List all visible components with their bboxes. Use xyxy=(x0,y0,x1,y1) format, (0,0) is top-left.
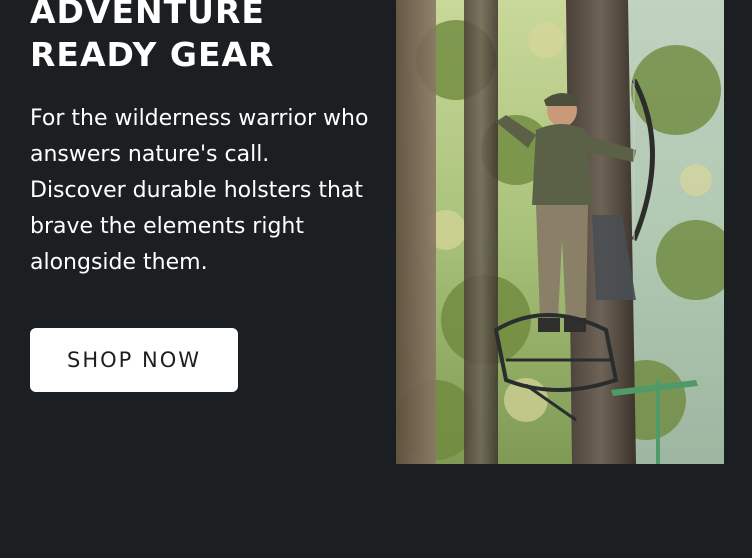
hero-photo xyxy=(396,0,724,464)
hero-title-line-2: READY GEAR xyxy=(30,35,275,74)
shop-now-button[interactable]: SHOP NOW xyxy=(30,328,238,392)
hero-description: For the wilderness warrior who answers n… xyxy=(30,106,369,275)
hero-title-line-1: ADVENTURE xyxy=(30,0,265,31)
hero-title: ADVENTURE READY GEAR xyxy=(30,0,370,76)
